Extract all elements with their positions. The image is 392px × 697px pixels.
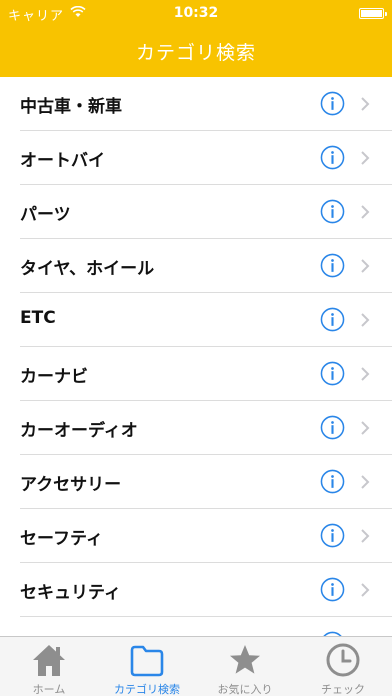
info-icon[interactable] bbox=[320, 523, 345, 548]
info-icon[interactable] bbox=[320, 577, 345, 602]
chevron-right-icon bbox=[361, 475, 370, 489]
category-row-etc[interactable]: ETC bbox=[0, 293, 392, 347]
category-label: ETC bbox=[20, 308, 56, 328]
category-label: セキュリティ bbox=[20, 583, 121, 603]
battery-icon bbox=[359, 8, 387, 19]
page-title: カテゴリ検索 bbox=[135, 42, 256, 64]
category-list: 中古車・新車 オートバイ パーツ タイヤ、ホイール ETC カーナビ カーオーデ… bbox=[0, 77, 392, 636]
info-icon[interactable] bbox=[320, 469, 345, 494]
category-label: 中古車・新車 bbox=[20, 97, 122, 117]
category-row-tires-wheels[interactable]: タイヤ、ホイール bbox=[0, 239, 392, 293]
category-row-partial[interactable] bbox=[0, 617, 392, 636]
info-icon[interactable] bbox=[320, 361, 345, 386]
tab-check[interactable]: チェック bbox=[294, 637, 392, 697]
chevron-right-icon bbox=[361, 97, 370, 111]
navigation-header: キャリア 10:32 カテゴリ検索 bbox=[0, 0, 392, 77]
chevron-right-icon bbox=[361, 367, 370, 381]
tab-home[interactable]: ホーム bbox=[0, 637, 98, 697]
category-row-car-audio[interactable]: カーオーディオ bbox=[0, 401, 392, 455]
category-row-safety[interactable]: セーフティ bbox=[0, 509, 392, 563]
tab-bar: ホーム カテゴリ検索 お気に入り チェック bbox=[0, 636, 392, 696]
category-label: アクセサリー bbox=[20, 475, 122, 495]
chevron-right-icon bbox=[361, 529, 370, 543]
tab-category-search[interactable]: カテゴリ検索 bbox=[98, 637, 196, 697]
info-icon[interactable] bbox=[320, 307, 345, 332]
star-icon bbox=[230, 645, 260, 674]
info-icon[interactable] bbox=[320, 253, 345, 278]
tab-home-label: ホーム bbox=[32, 683, 66, 696]
chevron-right-icon bbox=[361, 151, 370, 165]
info-icon[interactable] bbox=[320, 91, 345, 116]
category-label: パーツ bbox=[20, 205, 71, 225]
category-label: カーナビ bbox=[20, 367, 88, 387]
category-row-car-navigation[interactable]: カーナビ bbox=[0, 347, 392, 401]
category-row-security[interactable]: セキュリティ bbox=[0, 563, 392, 617]
chevron-right-icon bbox=[361, 259, 370, 273]
home-icon bbox=[33, 645, 65, 676]
info-icon[interactable] bbox=[320, 415, 345, 440]
chevron-right-icon bbox=[361, 205, 370, 219]
info-icon[interactable] bbox=[320, 145, 345, 170]
category-label: タイヤ、ホイール bbox=[20, 259, 155, 279]
category-label: カーオーディオ bbox=[20, 421, 138, 441]
tab-favorites-label: お気に入り bbox=[217, 683, 273, 696]
clock-icon bbox=[326, 643, 360, 677]
category-row-parts[interactable]: パーツ bbox=[0, 185, 392, 239]
status-bar: キャリア 10:32 bbox=[0, 0, 392, 26]
category-row-accessories[interactable]: アクセサリー bbox=[0, 455, 392, 509]
chevron-right-icon bbox=[361, 583, 370, 597]
folder-icon bbox=[130, 645, 164, 677]
category-row-used-new-cars[interactable]: 中古車・新車 bbox=[0, 77, 392, 131]
category-label: オートバイ bbox=[20, 151, 105, 171]
chevron-right-icon bbox=[361, 421, 370, 435]
category-label: セーフティ bbox=[20, 529, 103, 549]
info-icon[interactable] bbox=[320, 199, 345, 224]
tab-check-label: チェック bbox=[321, 683, 365, 696]
tab-favorites[interactable]: お気に入り bbox=[196, 637, 294, 697]
category-row-motorcycles[interactable]: オートバイ bbox=[0, 131, 392, 185]
chevron-right-icon bbox=[361, 313, 370, 327]
tab-category-search-label: カテゴリ検索 bbox=[114, 683, 180, 696]
clock-time: 10:32 bbox=[173, 5, 219, 21]
